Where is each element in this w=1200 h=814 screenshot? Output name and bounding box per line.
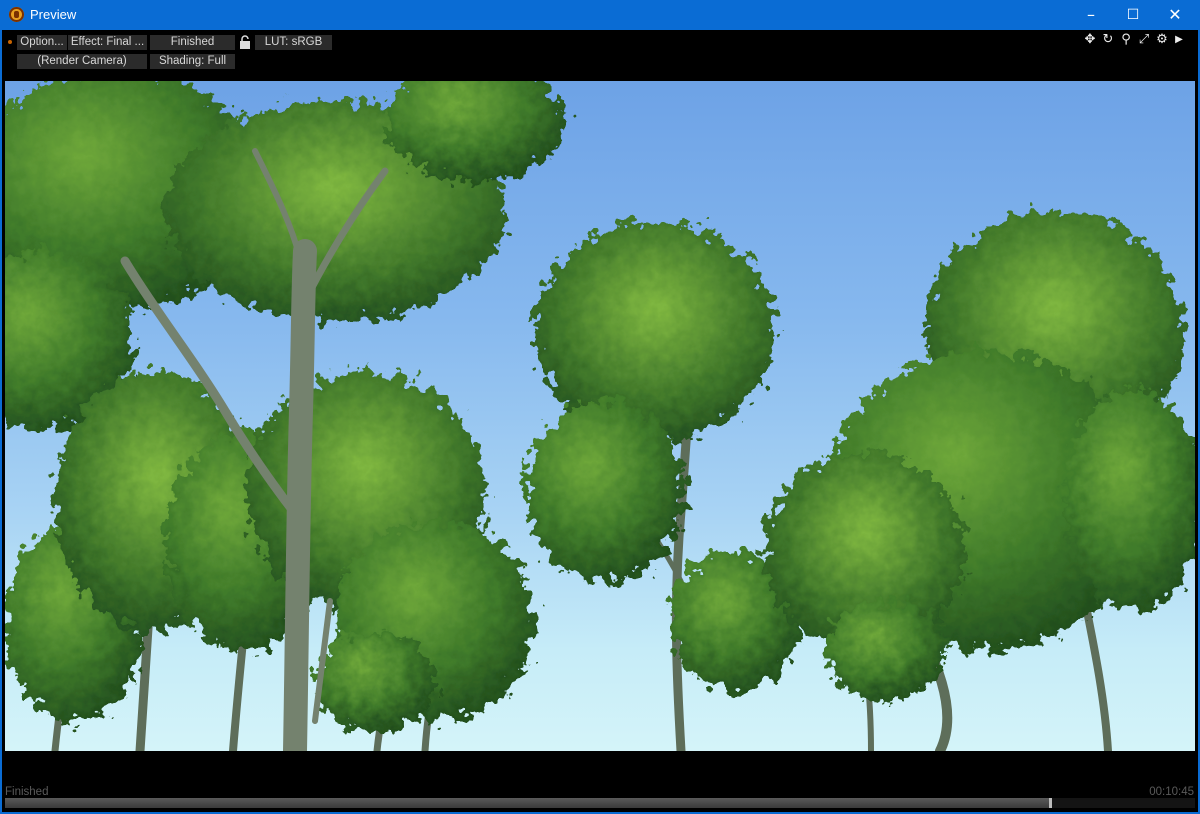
render-status-button[interactable]: Finished: [150, 35, 235, 50]
title-bar[interactable]: Preview – ☐ ✕: [0, 0, 1200, 30]
settings-icon[interactable]: ⚙: [1155, 33, 1169, 47]
rendered-trees-image: [5, 81, 1195, 751]
play-icon[interactable]: ▶: [1172, 33, 1186, 47]
options-button[interactable]: Option...: [17, 35, 67, 50]
zoom-icon[interactable]: ⚲: [1119, 33, 1133, 47]
render-toolbar: Option... Effect: Final ... Finished LUT…: [2, 30, 1198, 81]
minimize-button[interactable]: –: [1068, 0, 1114, 30]
options-indicator-icon: [8, 40, 12, 44]
camera-dropdown[interactable]: (Render Camera): [17, 54, 147, 69]
app-icon: [9, 7, 24, 22]
shading-dropdown[interactable]: Shading: Full: [150, 54, 235, 69]
fit-icon[interactable]: ⤢: [1137, 33, 1151, 47]
render-progress-fill: [5, 798, 1053, 808]
preview-window: Preview – ☐ ✕ Option... Effect: Final ..…: [0, 0, 1200, 814]
lock-icon[interactable]: [239, 35, 251, 49]
render-progress-bar: [5, 798, 1195, 808]
render-viewport[interactable]: [5, 81, 1195, 751]
effect-dropdown[interactable]: Effect: Final ...: [68, 35, 147, 50]
preview-client-area: Option... Effect: Final ... Finished LUT…: [2, 30, 1198, 812]
elapsed-time: 00:10:45: [1149, 786, 1194, 798]
rotate-icon[interactable]: ↻: [1101, 33, 1115, 47]
tree-foliage: [5, 81, 1195, 731]
window-title: Preview: [30, 7, 77, 22]
maximize-button[interactable]: ☐: [1110, 0, 1156, 30]
close-button[interactable]: ✕: [1152, 0, 1198, 30]
status-text: Finished: [5, 786, 49, 798]
move-icon[interactable]: ✥: [1083, 33, 1097, 47]
lut-dropdown[interactable]: LUT: sRGB: [255, 35, 332, 50]
